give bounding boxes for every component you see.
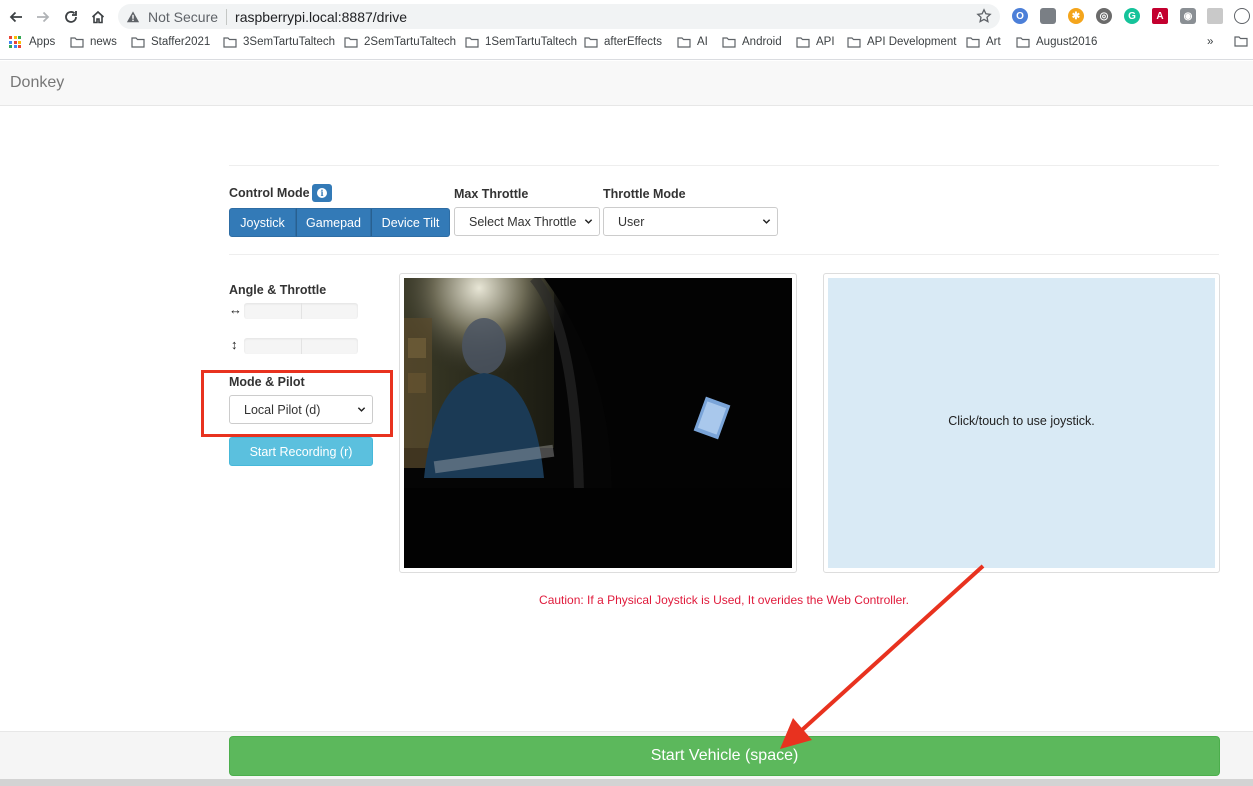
chevron-down-icon bbox=[762, 219, 771, 224]
bookmark-label: API bbox=[816, 36, 835, 48]
annotation-highlight-box bbox=[201, 370, 393, 437]
profile-icon[interactable] bbox=[1234, 8, 1250, 24]
divider bbox=[229, 254, 1219, 255]
bookmark-folder[interactable]: Staffer2021 bbox=[131, 36, 210, 48]
security-label: Not Secure bbox=[148, 8, 219, 25]
throttle-progress-bar bbox=[244, 338, 358, 354]
extension-grammarly-icon[interactable]: G bbox=[1124, 8, 1140, 24]
back-icon[interactable] bbox=[5, 6, 27, 28]
other-bookmarks-button[interactable] bbox=[1234, 36, 1253, 47]
home-icon[interactable] bbox=[87, 6, 109, 28]
divider bbox=[229, 165, 1219, 166]
extension-page-icon[interactable] bbox=[1207, 8, 1223, 24]
warning-icon bbox=[126, 9, 142, 25]
forward-icon[interactable] bbox=[32, 6, 54, 28]
joystick-touch-area[interactable]: Click/touch to use joystick. bbox=[828, 278, 1215, 568]
folder-icon bbox=[796, 36, 810, 48]
joystick-mode-button[interactable]: Joystick bbox=[229, 208, 296, 237]
bookmark-folder[interactable]: 2SemTartuTaltech bbox=[344, 36, 456, 48]
max-throttle-value: Select Max Throttle bbox=[469, 214, 577, 229]
extension-opera-icon[interactable]: O bbox=[1012, 8, 1028, 24]
gamepad-mode-button[interactable]: Gamepad bbox=[296, 208, 371, 237]
throttle-mode-select[interactable]: User bbox=[603, 207, 778, 236]
chevron-down-icon bbox=[584, 219, 593, 224]
bookmarks-bar: Apps news Staffer2021 3SemTartuTaltech 2… bbox=[0, 33, 1253, 55]
app-navbar: Donkey bbox=[0, 61, 1253, 106]
bookmark-label: 2SemTartuTaltech bbox=[364, 36, 457, 48]
bookmark-label: 3SemTartuTaltech bbox=[243, 36, 336, 48]
camera-feed-image bbox=[404, 278, 792, 568]
folder-icon bbox=[1016, 36, 1030, 48]
bookmark-label: API Development bbox=[867, 36, 957, 48]
folder-icon bbox=[1234, 36, 1248, 47]
throttle-mode-value: User bbox=[618, 214, 645, 229]
folder-icon bbox=[966, 36, 980, 48]
bookmark-label: news bbox=[90, 36, 117, 48]
bookmark-folder[interactable]: API bbox=[796, 36, 835, 48]
folder-icon bbox=[223, 36, 237, 48]
bookmark-star-icon[interactable] bbox=[976, 8, 992, 24]
bookmark-folder[interactable]: afterEffects bbox=[584, 36, 662, 48]
brand-title[interactable]: Donkey bbox=[10, 74, 64, 92]
bookmark-label: AI bbox=[697, 36, 708, 48]
address-bar-row: Not Secure raspberrypi.local:8887/drive … bbox=[0, 0, 1253, 32]
caution-message: Caution: If a Physical Joystick is Used,… bbox=[539, 593, 909, 607]
throttle-mode-label: Throttle Mode bbox=[603, 187, 686, 201]
angle-arrow-icon: ↔ bbox=[229, 302, 242, 317]
folder-icon bbox=[677, 36, 691, 48]
angle-throttle-label: Angle & Throttle bbox=[229, 283, 327, 297]
folder-icon bbox=[344, 36, 358, 48]
extension-shield-icon[interactable] bbox=[1040, 8, 1056, 24]
extension-globe-icon[interactable]: ◎ bbox=[1096, 8, 1112, 24]
bookmark-folder[interactable]: news bbox=[70, 36, 117, 48]
bookmark-folder[interactable]: 3SemTartuTaltech bbox=[223, 36, 335, 48]
joystick-hint: Click/touch to use joystick. bbox=[948, 414, 1095, 428]
omnibox-divider bbox=[226, 8, 228, 25]
bookmark-label: Apps bbox=[29, 36, 56, 48]
bookmark-label: August2016 bbox=[1036, 36, 1098, 48]
omnibox[interactable]: Not Secure raspberrypi.local:8887/drive bbox=[118, 4, 1000, 29]
max-throttle-select[interactable]: Select Max Throttle bbox=[454, 207, 600, 236]
extension-angular-icon[interactable]: A bbox=[1152, 8, 1168, 24]
angle-progress-bar bbox=[244, 303, 358, 319]
bookmark-folder[interactable]: Android bbox=[722, 36, 782, 48]
folder-icon bbox=[847, 36, 861, 48]
apps-grid-icon bbox=[9, 36, 21, 48]
info-icon[interactable]: i bbox=[312, 184, 332, 202]
control-mode-button-group: Joystick Gamepad Device Tilt bbox=[229, 208, 450, 237]
bookmark-folder[interactable]: API Development bbox=[847, 36, 957, 48]
device-tilt-mode-button[interactable]: Device Tilt bbox=[371, 208, 450, 237]
extension-gear-icon[interactable]: ✱ bbox=[1068, 8, 1084, 24]
bookmark-label: afterEffects bbox=[604, 36, 662, 48]
max-throttle-label: Max Throttle bbox=[454, 187, 529, 201]
start-recording-button[interactable]: Start Recording (r) bbox=[229, 437, 373, 466]
bookmark-folder[interactable]: AI bbox=[677, 36, 708, 48]
bookmark-folder[interactable]: August2016 bbox=[1016, 36, 1097, 48]
control-mode-label: Control Mode bbox=[229, 186, 310, 200]
browser-chrome: Not Secure raspberrypi.local:8887/drive … bbox=[0, 0, 1253, 60]
bookmark-label: Art bbox=[986, 36, 1001, 48]
extension-camera-icon[interactable]: ◉ bbox=[1180, 8, 1196, 24]
bookmark-apps[interactable]: Apps bbox=[9, 36, 55, 48]
folder-icon bbox=[465, 36, 479, 48]
folder-icon bbox=[584, 36, 598, 48]
bookmark-folder[interactable]: 1SemTartuTaltech bbox=[465, 36, 577, 48]
bookmark-label: Staffer2021 bbox=[151, 36, 211, 48]
window-bottom-edge bbox=[0, 779, 1253, 786]
bookmark-label: Android bbox=[742, 36, 782, 48]
start-vehicle-button[interactable]: Start Vehicle (space) bbox=[229, 736, 1220, 776]
throttle-arrow-icon: ↕ bbox=[231, 337, 238, 352]
url-text[interactable]: raspberrypi.local:8887/drive bbox=[235, 9, 407, 25]
bookmark-label: 1SemTartuTaltech bbox=[485, 36, 578, 48]
folder-icon bbox=[131, 36, 145, 48]
bookmark-folder[interactable]: Art bbox=[966, 36, 1001, 48]
reload-icon[interactable] bbox=[60, 6, 82, 28]
folder-icon bbox=[722, 36, 736, 48]
folder-icon bbox=[70, 36, 84, 48]
bookmarks-overflow-button[interactable]: » bbox=[1207, 36, 1213, 48]
